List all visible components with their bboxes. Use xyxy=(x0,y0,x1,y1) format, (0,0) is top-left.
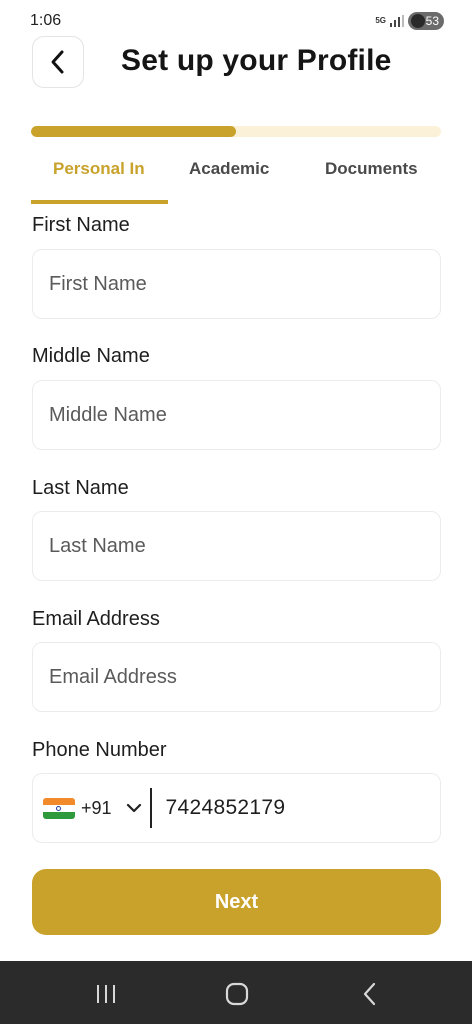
battery-icon: 53 xyxy=(408,12,444,30)
back-button[interactable] xyxy=(32,36,84,88)
next-button[interactable]: Next xyxy=(32,869,441,935)
first-name-input[interactable] xyxy=(32,249,441,319)
system-nav-bar xyxy=(0,961,472,1024)
phone-label: Phone Number xyxy=(32,739,167,761)
country-code-picker[interactable]: +91 xyxy=(33,774,142,842)
chevron-down-icon xyxy=(126,803,141,813)
recent-apps-icon xyxy=(97,985,115,1003)
battery-level: 53 xyxy=(425,14,439,28)
progress-bar xyxy=(31,126,441,137)
network-type-label: 5G xyxy=(375,16,386,25)
middle-name-label: Middle Name xyxy=(32,345,150,367)
middle-name-input[interactable] xyxy=(32,380,441,450)
charging-icon xyxy=(411,14,425,28)
signal-icon xyxy=(390,15,404,27)
tab-documents[interactable]: Documents xyxy=(325,150,417,204)
status-icons: 5G 53 xyxy=(375,12,444,30)
system-back-button[interactable] xyxy=(355,979,385,1009)
home-icon xyxy=(225,982,249,1006)
email-input[interactable] xyxy=(32,642,441,712)
email-label: Email Address xyxy=(32,608,160,630)
profile-tabs: Personal Information Academic Documents xyxy=(31,150,472,204)
phone-number-input[interactable] xyxy=(151,796,392,820)
phone-field: +91 xyxy=(32,773,441,843)
chevron-left-icon xyxy=(51,50,64,74)
tab-personal-information[interactable]: Personal Information xyxy=(53,150,145,204)
country-dial-code: +91 xyxy=(81,797,112,818)
last-name-input[interactable] xyxy=(32,511,441,581)
tab-academic[interactable]: Academic xyxy=(189,150,299,204)
back-arrow-icon xyxy=(363,982,376,1006)
progress-fill xyxy=(31,126,236,137)
status-bar: 1:06 5G 53 xyxy=(0,0,472,40)
recent-apps-button[interactable] xyxy=(91,979,121,1009)
first-name-label: First Name xyxy=(32,214,130,236)
page-title: Set up your Profile xyxy=(121,44,392,77)
india-flag-icon xyxy=(43,797,75,819)
active-tab-indicator xyxy=(31,200,168,204)
last-name-label: Last Name xyxy=(32,477,129,499)
status-time: 1:06 xyxy=(30,12,62,29)
home-button[interactable] xyxy=(222,979,252,1009)
